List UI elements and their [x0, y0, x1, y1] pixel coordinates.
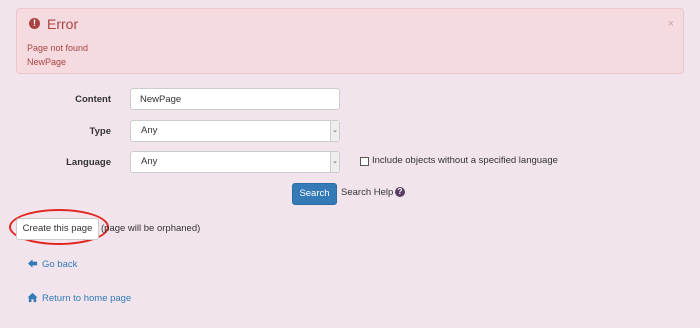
include-no-language-label[interactable]: Include objects without a specified lang…	[372, 155, 558, 166]
type-selected-value: Any	[141, 125, 158, 136]
alert-message: Page not found	[27, 43, 89, 53]
include-no-language-checkbox[interactable]	[360, 157, 369, 166]
exclamation-circle-icon: !	[29, 18, 40, 29]
create-page-button[interactable]: Create this page	[16, 218, 99, 240]
arrow-left-icon[interactable]	[27, 258, 38, 269]
content-input[interactable]	[130, 88, 340, 110]
alert-page-name: NewPage	[27, 57, 67, 67]
type-select[interactable]: Any ⌄	[130, 120, 340, 142]
return-home-link[interactable]: Return to home page	[42, 293, 131, 304]
language-selected-value: Any	[141, 156, 158, 167]
alert-title: Error	[47, 16, 79, 32]
language-select[interactable]: Any ⌄	[130, 151, 340, 173]
home-icon[interactable]	[27, 292, 38, 303]
chevron-down-icon: ⌄	[330, 121, 339, 141]
orphan-note: (page will be orphaned)	[101, 223, 201, 234]
type-label: Type	[89, 126, 111, 137]
question-circle-icon[interactable]: ?	[395, 187, 405, 197]
content-label: Content	[75, 94, 111, 105]
go-back-link[interactable]: Go back	[42, 259, 77, 270]
close-alert-button[interactable]: ×	[668, 18, 674, 30]
language-label: Language	[66, 157, 111, 168]
chevron-down-icon: ⌄	[330, 152, 339, 172]
search-help-link[interactable]: Search Help	[341, 187, 393, 198]
error-alert: ! Error Page not found NewPage ×	[16, 8, 684, 74]
search-button[interactable]: Search	[292, 183, 337, 205]
